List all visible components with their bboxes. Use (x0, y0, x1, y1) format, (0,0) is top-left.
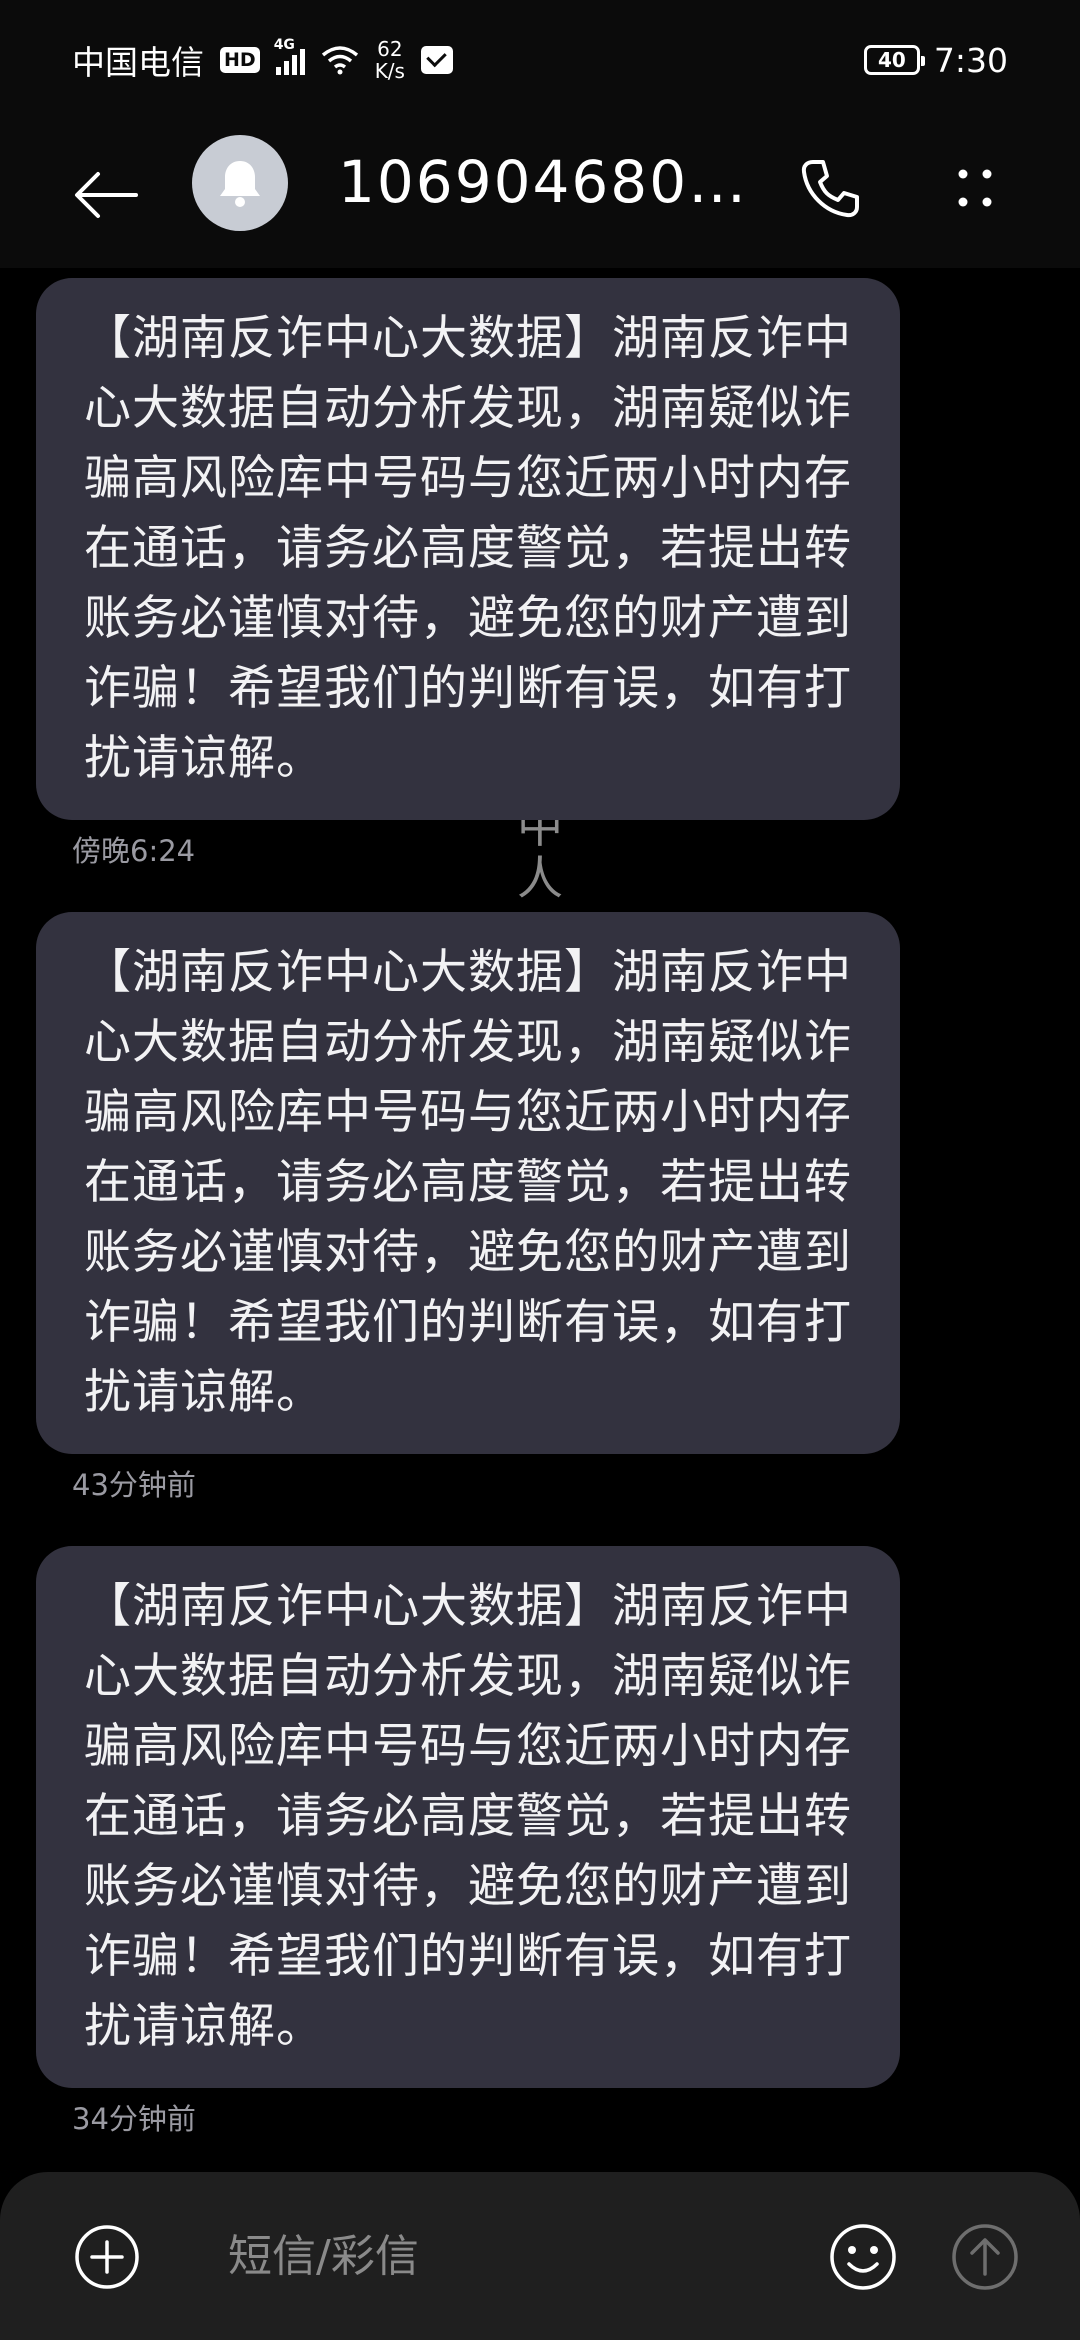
message-timestamp: 34分钟前 (72, 2102, 196, 2136)
contact-number-title[interactable]: 1069046802... (338, 148, 758, 216)
bell-icon (220, 161, 260, 207)
network-type: 4G (273, 37, 295, 53)
message-bubble[interactable]: 【湖南反诈中心大数据】湖南反诈中心大数据自动分析发现，湖南疑似诈骗高风险库中号码… (36, 912, 900, 1454)
plus-circle-icon[interactable] (74, 2224, 140, 2290)
battery-icon: 40 (863, 45, 925, 75)
speed-unit: K/s (374, 59, 405, 83)
background-char-2: 人 (517, 851, 563, 905)
battery-level: 40 (877, 48, 906, 72)
notification-mail-icon (420, 46, 453, 74)
message-bubble[interactable]: 【湖南反诈中心大数据】湖南反诈中心大数据自动分析发现，湖南疑似诈骗高风险库中号码… (36, 1546, 900, 2088)
hd-badge: HD (220, 47, 260, 73)
status-right: 40 7:30 (863, 40, 1008, 80)
phone-icon[interactable] (795, 154, 865, 224)
clock: 7:30 (933, 40, 1008, 80)
status-left: 中国电信 HD 4G 62 K/s (72, 36, 453, 84)
message-timestamp: 43分钟前 (72, 1468, 196, 1502)
signal-icon: 4G (274, 37, 305, 75)
back-arrow-icon[interactable] (70, 160, 140, 230)
more-dots-icon[interactable] (940, 154, 1010, 224)
speed-value: 62 (377, 37, 403, 61)
conversation-header: 1069046802... (0, 120, 1080, 268)
message-bubble[interactable]: 【湖南反诈中心大数据】湖南反诈中心大数据自动分析发现，湖南疑似诈骗高风险库中号码… (36, 278, 900, 820)
message-text: 【湖南反诈中心大数据】湖南反诈中心大数据自动分析发现，湖南疑似诈骗高风险库中号码… (84, 945, 852, 1420)
send-arrow-icon[interactable] (950, 2222, 1020, 2292)
sms-conversation-screen: 中国电信 HD 4G 62 K/s 40 7:30 1069046802... … (0, 0, 1080, 2340)
carrier-name: 中国电信 (72, 43, 204, 82)
message-text: 【湖南反诈中心大数据】湖南反诈中心大数据自动分析发现，湖南疑似诈骗高风险库中号码… (84, 1579, 852, 2054)
wifi-icon (321, 46, 358, 75)
message-timestamp: 傍晚6:24 (72, 834, 196, 868)
network-speed: 62 K/s (375, 38, 405, 82)
contact-avatar[interactable] (192, 135, 288, 231)
message-text: 【湖南反诈中心大数据】湖南反诈中心大数据自动分析发现，湖南疑似诈骗高风险库中号码… (84, 311, 852, 786)
status-bar: 中国电信 HD 4G 62 K/s 40 7:30 (0, 0, 1080, 120)
message-composer (0, 2172, 1080, 2340)
smiley-icon[interactable] (828, 2222, 898, 2292)
sms-input[interactable] (180, 2206, 800, 2306)
